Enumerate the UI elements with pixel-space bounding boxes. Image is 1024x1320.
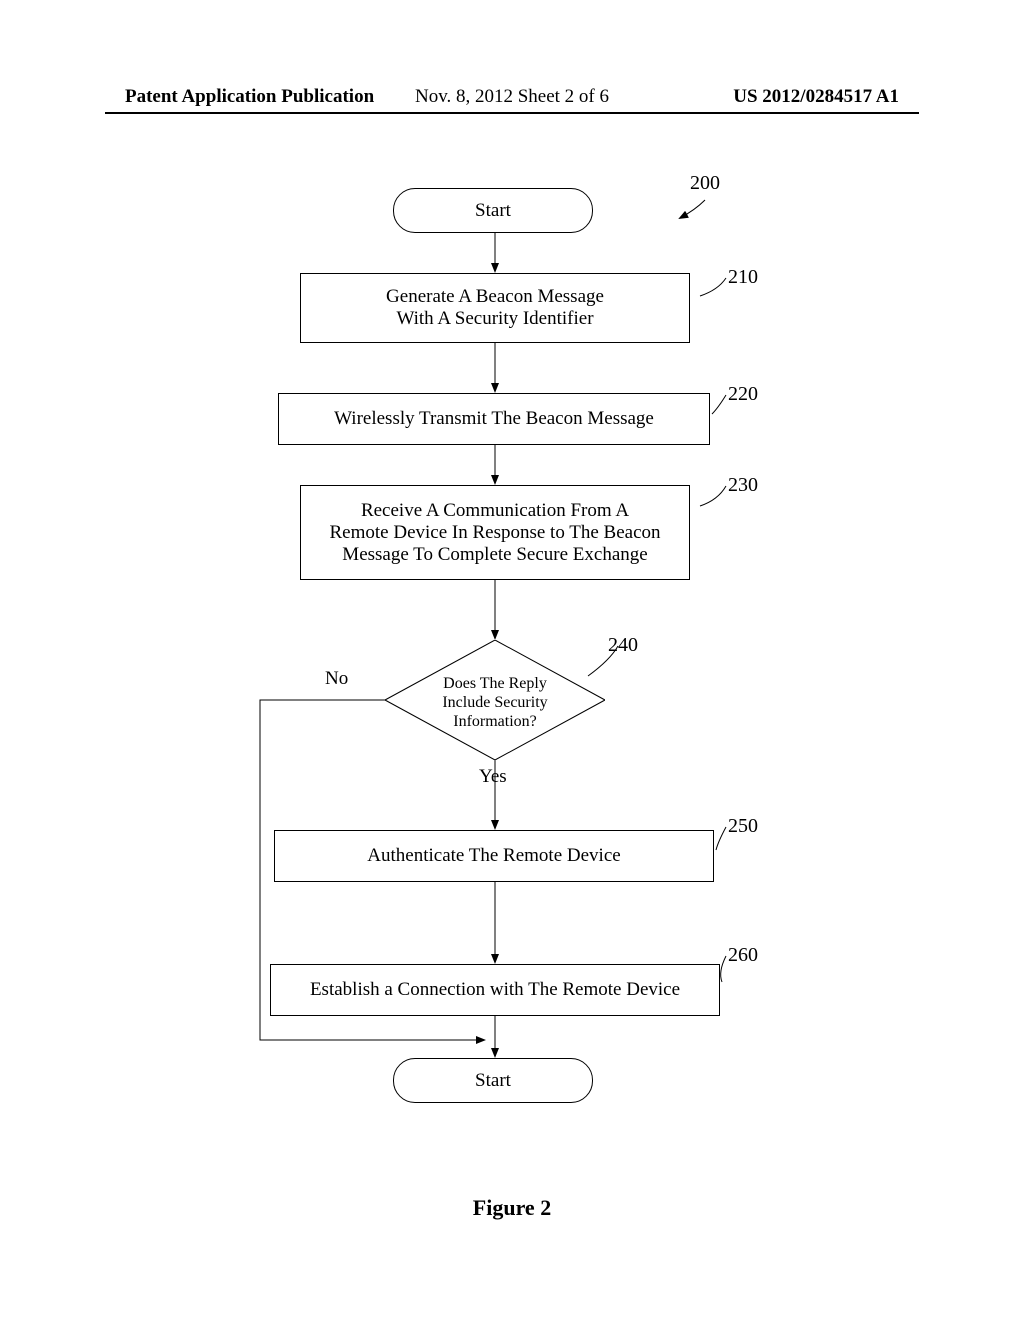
header-divider	[105, 112, 919, 114]
header-publication: Patent Application Publication	[125, 86, 374, 108]
flowchart-diagram: 200 210 220 230 240 250 260 Start Start …	[170, 170, 860, 1120]
header-patent-number: US 2012/0284517 A1	[733, 86, 899, 108]
header-sheet: Nov. 8, 2012 Sheet 2 of 6	[415, 86, 609, 108]
connector-lines	[170, 170, 860, 1120]
figure-caption: Figure 2	[0, 1195, 1024, 1221]
